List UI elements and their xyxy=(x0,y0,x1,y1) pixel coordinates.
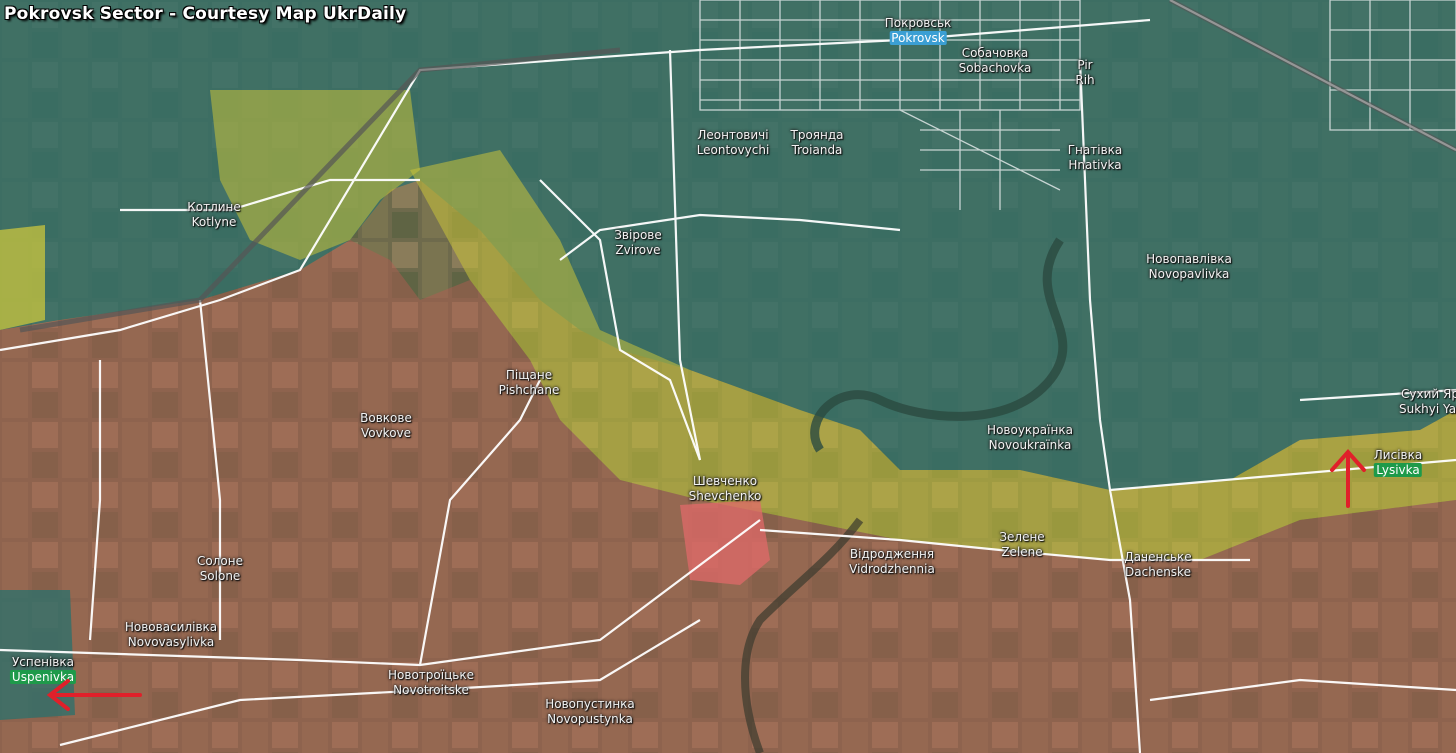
place-zvirove[interactable]: Звірове Zvirove xyxy=(614,228,662,258)
zone-contested-kotlyne xyxy=(0,225,45,330)
place-sukhyi-yar[interactable]: Сухий Яр Sukhyi Yar xyxy=(1399,387,1456,417)
place-hnativka[interactable]: Гнатівка Hnativka xyxy=(1068,143,1123,173)
arrow-left-icon xyxy=(46,679,142,711)
place-kotlyne[interactable]: Котлине Kotlyne xyxy=(187,200,241,230)
place-vidrodzhennia[interactable]: Відродження Vidrodzhennia xyxy=(849,547,935,577)
place-lysivka[interactable]: Лисівка Lysivka xyxy=(1374,448,1422,478)
place-pishchane[interactable]: Піщане Pishchane xyxy=(499,368,560,398)
place-pir-rih[interactable]: Pir Rih xyxy=(1075,58,1094,88)
place-dachenske[interactable]: Даченське Dachenske xyxy=(1124,550,1191,580)
place-troianda[interactable]: Троянда Troianda xyxy=(790,128,843,158)
place-novoukrainka[interactable]: Новоукраїнка Novoukraïnka xyxy=(987,423,1073,453)
place-leontovychi[interactable]: Леонтовичі Leontovychi xyxy=(697,128,770,158)
place-novopavlivka[interactable]: Новопавлівка Novopavlivka xyxy=(1146,252,1232,282)
map-title: Pokrovsk Sector - Courtesy Map UkrDaily xyxy=(4,4,407,24)
place-zelene[interactable]: Зелене Zelene xyxy=(999,530,1044,560)
place-solone[interactable]: Солоне Solone xyxy=(197,554,243,584)
place-novopustynka[interactable]: Новопустинка Novopustynka xyxy=(545,697,635,727)
map-view[interactable]: Pokrovsk Sector - Courtesy Map UkrDaily … xyxy=(0,0,1456,753)
arrow-up-icon xyxy=(1330,448,1366,508)
terrain-layer xyxy=(0,0,1456,753)
place-shevchenko[interactable]: Шевченко Shevchenko xyxy=(689,474,762,504)
place-pokrovsk[interactable]: Покровськ Pokrovsk xyxy=(885,16,951,46)
place-vovkove[interactable]: Вовкове Vovkove xyxy=(360,411,412,441)
place-novovasylivka[interactable]: Нововасилівка Novovasylivka xyxy=(125,620,217,650)
place-sobachovka[interactable]: Собачовка Sobachovka xyxy=(959,46,1032,76)
place-novotroitske[interactable]: Новотроїцьке Novotroitske xyxy=(388,668,474,698)
